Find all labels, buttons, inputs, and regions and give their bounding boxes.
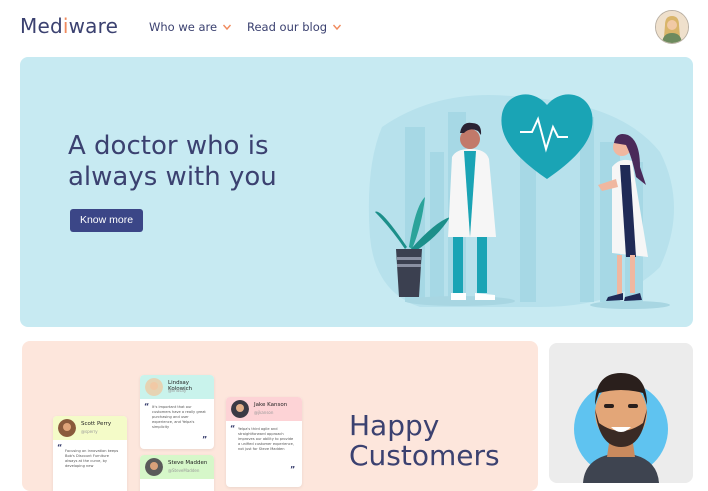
happy-customers-heading: Happy Customers bbox=[349, 411, 500, 471]
testimonial-handle: @sperry bbox=[81, 429, 98, 434]
avatar bbox=[145, 458, 163, 476]
open-quote-icon: “ bbox=[57, 443, 63, 452]
testimonial-handle: @SteveMadden bbox=[168, 468, 200, 473]
logo-text-prefix: Med bbox=[20, 14, 63, 38]
open-quote-icon: “ bbox=[144, 402, 150, 411]
brand-logo[interactable]: Mediware bbox=[20, 14, 118, 38]
testimonial-card-header: Scott Perry @sperry bbox=[53, 416, 127, 440]
testimonial-card-header: Lindsay Kolowich @lindsay bbox=[140, 375, 214, 399]
user-avatar-image bbox=[656, 11, 688, 43]
testimonial-name: Jake Kanson bbox=[254, 402, 288, 408]
testimonial-card-header: Jake Kanson @jkanson bbox=[226, 397, 302, 421]
close-quote-icon: ” bbox=[202, 435, 208, 444]
testimonial-text: It's important that our customers have a… bbox=[152, 405, 206, 429]
logo-text-suffix: ware bbox=[68, 14, 119, 38]
happy-customers-heading-line-1: Happy bbox=[349, 409, 440, 442]
avatar bbox=[58, 419, 76, 437]
testimonial-card-lindsay-kolowich[interactable]: Lindsay Kolowich @lindsay “ It's importa… bbox=[140, 375, 214, 449]
testimonial-name: Scott Perry bbox=[81, 421, 112, 427]
testimonial-handle: @jkanson bbox=[254, 410, 274, 415]
close-quote-icon: ” bbox=[290, 465, 296, 474]
chevron-down-icon bbox=[223, 24, 232, 31]
hero-illustration bbox=[368, 94, 674, 309]
nav-read-our-blog[interactable]: Read our blog bbox=[247, 20, 342, 34]
testimonial-handle: @lindsay bbox=[168, 388, 187, 393]
testimonial-card-scott-perry[interactable]: Scott Perry @sperry “ Focusing on innova… bbox=[53, 416, 127, 491]
happy-customers-heading-line-2: Customers bbox=[349, 439, 500, 472]
bearded-man-illustration bbox=[574, 373, 668, 483]
nav-who-we-are-label: Who we are bbox=[149, 20, 218, 34]
open-quote-icon: “ bbox=[230, 424, 236, 433]
nav-who-we-are[interactable]: Who we are bbox=[149, 20, 232, 34]
testimonial-name: Steve Madden bbox=[168, 460, 208, 466]
chevron-down-icon bbox=[333, 24, 342, 31]
top-navigation-bar: Mediware Who we are Read our blog bbox=[0, 0, 708, 56]
nav-read-our-blog-label: Read our blog bbox=[247, 20, 328, 34]
avatar bbox=[231, 400, 249, 418]
testimonial-card-jake-kanson[interactable]: Jake Kanson @jkanson “ Yelpa's third agi… bbox=[226, 397, 302, 487]
user-avatar[interactable] bbox=[655, 10, 689, 44]
featured-person-card bbox=[549, 343, 693, 483]
testimonials-card: Happy Customers Scott Perry @sperry “ Fo… bbox=[22, 341, 538, 491]
testimonial-card-steve-madden[interactable]: Steve Madden @SteveMadden bbox=[140, 455, 214, 491]
testimonial-text: Focusing on innovation keeps Bob's Disco… bbox=[65, 449, 119, 468]
testimonial-card-header: Steve Madden @SteveMadden bbox=[140, 455, 214, 479]
avatar bbox=[145, 378, 163, 396]
testimonial-text: Yelpa's third agile and straightforward … bbox=[238, 427, 294, 451]
hero-banner: A doctor who is always with you Know mor… bbox=[20, 57, 693, 327]
